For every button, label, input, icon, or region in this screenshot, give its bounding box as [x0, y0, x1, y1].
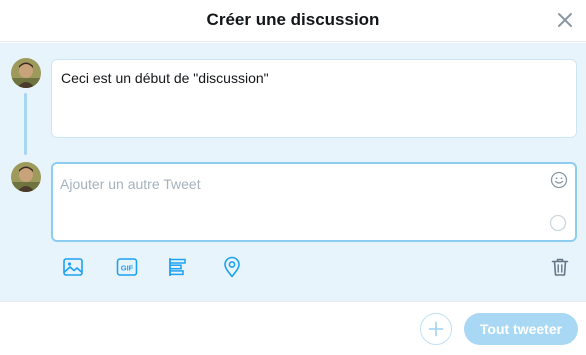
- tweet-card[interactable]: Ceci est un début de "discussion": [51, 59, 577, 138]
- plus-icon: [428, 321, 444, 337]
- emoji-button[interactable]: [550, 171, 568, 189]
- tweet-input[interactable]: [60, 172, 530, 196]
- thread-connector-line: [24, 93, 27, 155]
- user-avatar: [11, 162, 41, 192]
- modal-title: Créer une discussion: [206, 10, 380, 29]
- image-icon: [63, 258, 83, 276]
- close-button[interactable]: [554, 9, 576, 31]
- gif-icon: GIF: [116, 258, 138, 276]
- tweet-all-button[interactable]: Tout tweeter: [464, 313, 578, 345]
- delete-tweet-button[interactable]: [548, 255, 572, 279]
- user-avatar: [11, 58, 41, 88]
- tweet-text: Ceci est un début de "discussion": [61, 70, 269, 86]
- add-tweet-button[interactable]: [420, 313, 452, 345]
- tweet-compose-box: [51, 162, 577, 242]
- add-poll-button[interactable]: [166, 255, 190, 279]
- poll-icon: [169, 258, 186, 276]
- smiley-icon: [550, 171, 568, 189]
- add-gif-button[interactable]: GIF: [115, 255, 139, 279]
- add-media-button[interactable]: [61, 255, 85, 279]
- location-pin-icon: [224, 256, 240, 278]
- gif-label: GIF: [121, 264, 134, 273]
- close-icon: [558, 13, 572, 27]
- modal-header: Créer une discussion: [0, 0, 586, 42]
- add-location-button[interactable]: [220, 255, 244, 279]
- trash-icon: [551, 258, 569, 276]
- character-count-ring: [549, 214, 567, 232]
